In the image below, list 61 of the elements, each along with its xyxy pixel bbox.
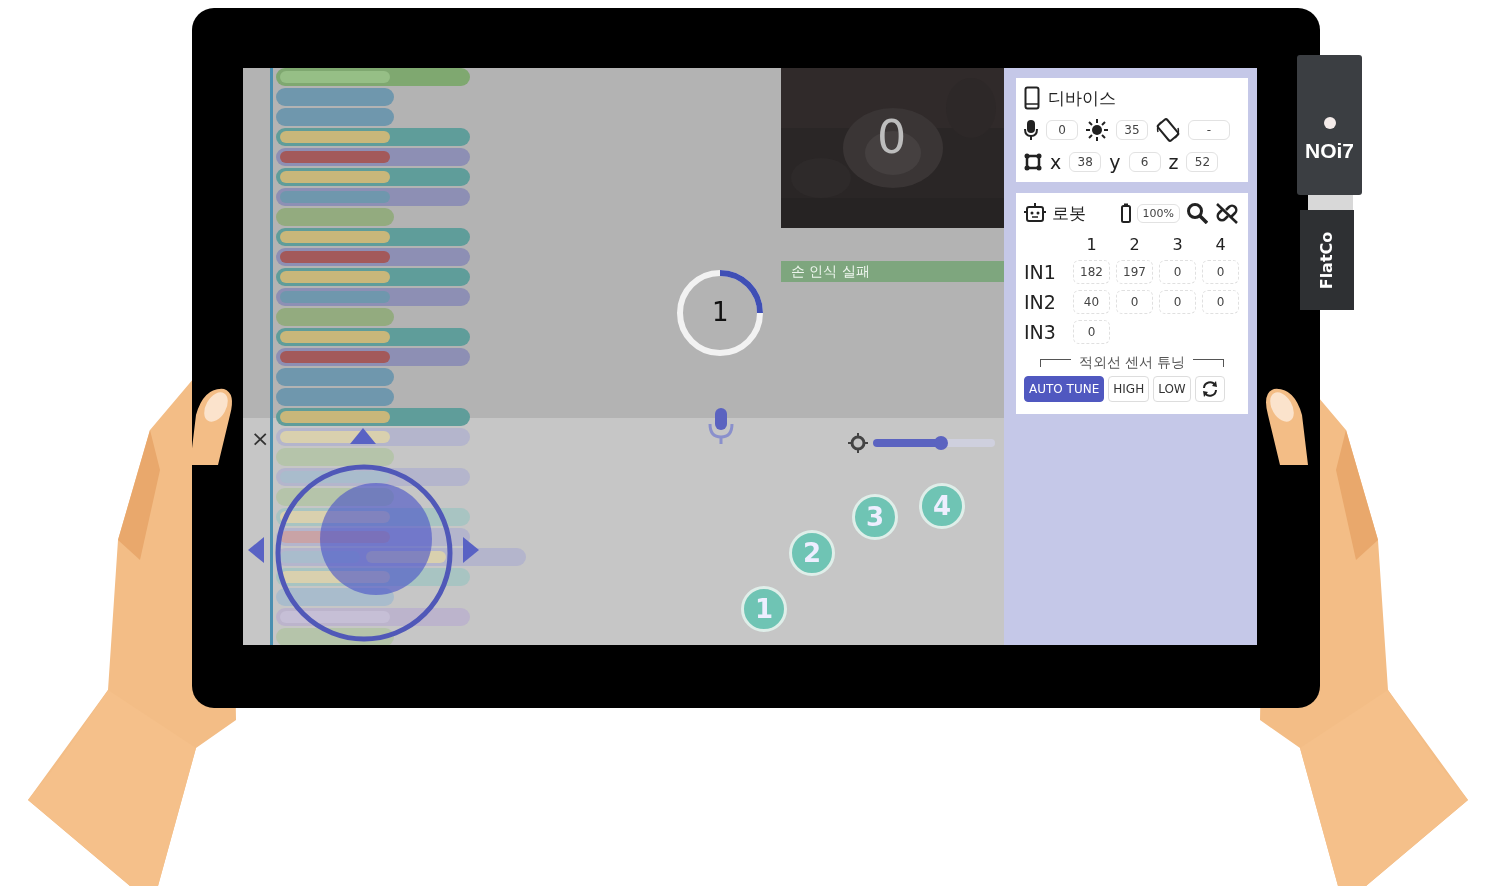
card-title: 디바이스 — [1048, 86, 1116, 110]
slider-track[interactable] — [873, 439, 995, 447]
value-field: 0 — [1046, 120, 1078, 140]
column-header: 1 — [1085, 235, 1098, 254]
accelerometer-icon — [1024, 153, 1042, 171]
rotate-icon — [1156, 118, 1180, 142]
value-field: 38 — [1069, 152, 1102, 172]
row-label: IN1 — [1024, 261, 1057, 283]
value-field: 0 — [1202, 260, 1239, 284]
logo-text: NOi7 — [1305, 139, 1354, 163]
value-field: 100% — [1136, 203, 1180, 223]
search-icon[interactable] — [1186, 202, 1208, 224]
value-field: 0 — [1202, 290, 1239, 314]
sun-icon — [1086, 119, 1108, 141]
counter-text: 0 — [877, 110, 907, 164]
led-icon — [1323, 117, 1336, 129]
joystick-ring[interactable] — [273, 462, 455, 644]
axis-label: x — [1050, 151, 1062, 173]
joystick-knob[interactable] — [320, 483, 432, 595]
tune-button[interactable]: LOW — [1153, 376, 1191, 402]
bracket-line — [1193, 359, 1225, 367]
status-bar: 손 인식 실패 — [781, 261, 1004, 282]
microphone-icon[interactable] — [707, 406, 735, 446]
unlink-icon[interactable] — [1214, 201, 1240, 225]
section-label: 적외선 센서 튜닝 — [1078, 354, 1186, 372]
value-field: 35 — [1116, 120, 1148, 140]
arrow-right-icon[interactable] — [463, 537, 479, 563]
countdown-text: 1 — [712, 297, 729, 327]
slider-thumb[interactable] — [934, 436, 949, 450]
card-title: 로봇 — [1052, 201, 1086, 225]
axis-label: z — [1168, 151, 1179, 173]
brand-text: FlatCo — [1317, 231, 1337, 289]
brightness-icon — [848, 433, 868, 453]
row-label: IN3 — [1024, 321, 1057, 343]
value-field: 0 — [1073, 320, 1110, 344]
refresh-button[interactable] — [1194, 376, 1225, 402]
close-button[interactable]: × — [251, 428, 270, 450]
column-header: 3 — [1171, 235, 1184, 254]
arrow-up-icon[interactable] — [350, 428, 376, 444]
row-label: IN2 — [1024, 291, 1057, 313]
value-field: 52 — [1186, 152, 1219, 172]
value-field: 0 — [1116, 290, 1153, 314]
robot-icon — [1024, 202, 1046, 224]
value-field: 182 — [1073, 260, 1110, 284]
value-field: 0 — [1159, 290, 1196, 314]
tune-button[interactable]: HIGH — [1108, 376, 1150, 402]
bracket-line — [1039, 359, 1071, 367]
value-field: 0 — [1159, 260, 1196, 284]
phone-icon — [1024, 86, 1040, 110]
value-field: 40 — [1073, 290, 1110, 314]
battery-icon — [1120, 203, 1131, 223]
value-field: 197 — [1116, 260, 1153, 284]
column-header: 2 — [1128, 235, 1141, 254]
microphone-icon — [1024, 120, 1038, 140]
arrow-left-icon[interactable] — [248, 537, 264, 563]
column-header: 4 — [1214, 235, 1227, 254]
tune-button[interactable]: AUTO TUNE — [1024, 376, 1105, 402]
dongle-connector — [1308, 195, 1353, 210]
value-field: 6 — [1128, 152, 1161, 172]
value-field: - — [1188, 120, 1230, 140]
axis-label: y — [1109, 151, 1121, 173]
